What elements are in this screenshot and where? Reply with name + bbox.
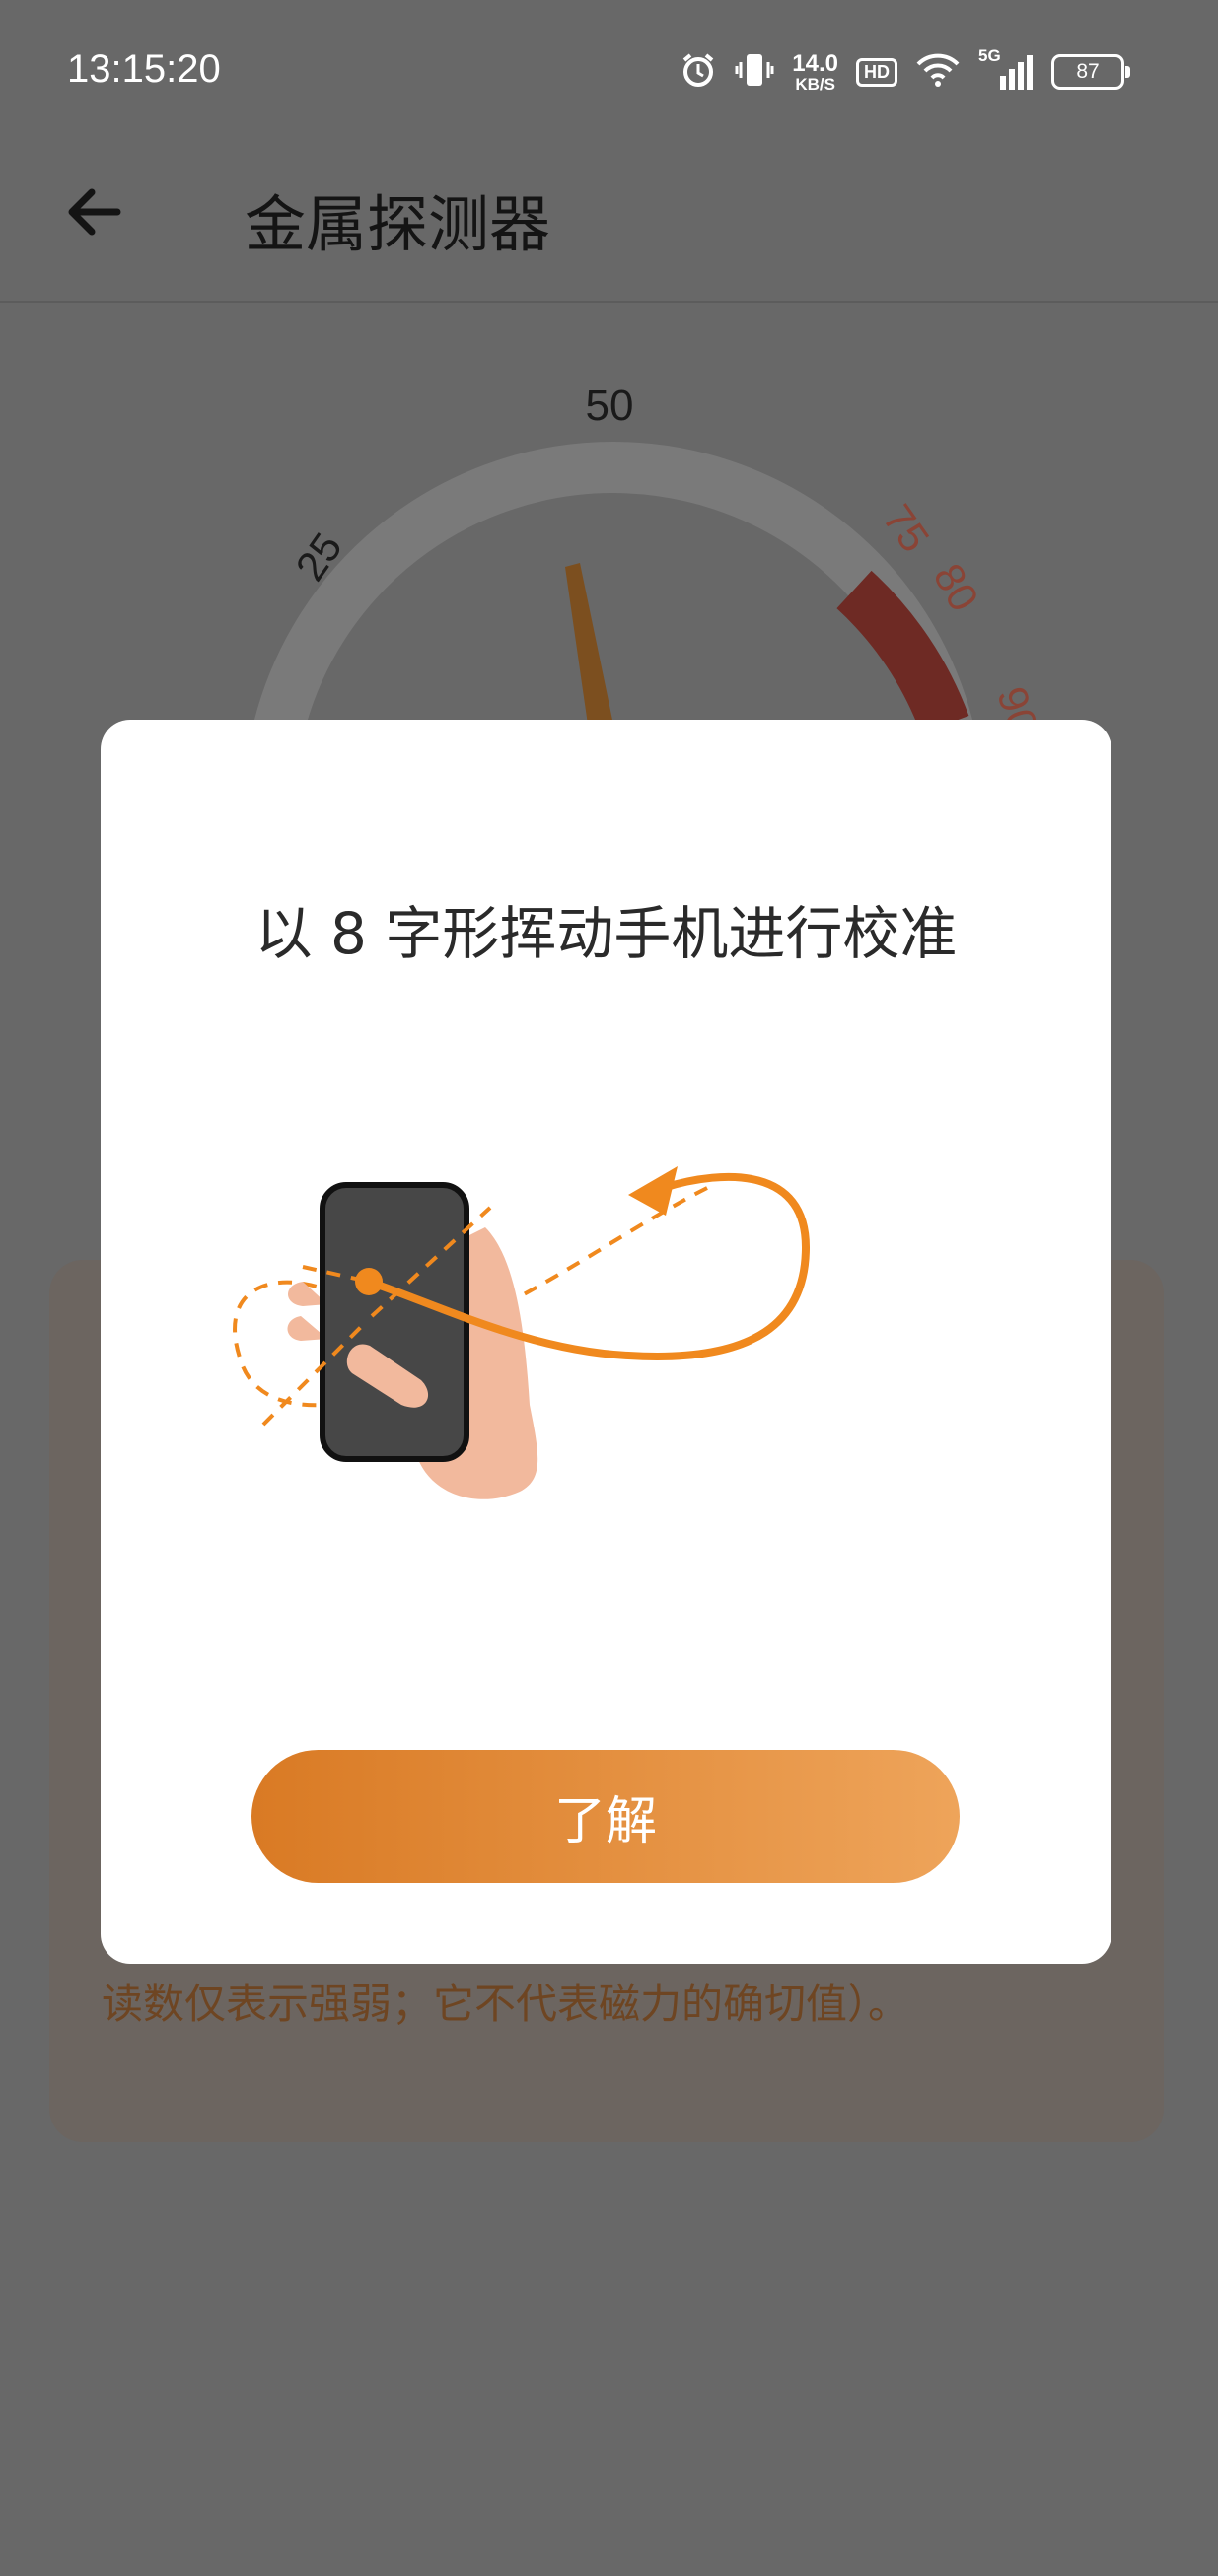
gauge-track — [253, 442, 973, 725]
vibrate-icon — [735, 50, 774, 94]
status-icons: 14.0 KB/S HD 5G 87 — [680, 46, 1130, 97]
hd-badge: HD — [856, 57, 897, 87]
app-bar: 金属探测器 — [0, 143, 1218, 303]
card-description: 读数仅表示强弱；它不代表磁力的确切值）。 — [102, 1980, 910, 2028]
arrow-left-icon — [68, 188, 121, 236]
back-button[interactable] — [54, 173, 133, 251]
wifi-icon — [915, 52, 961, 92]
page-title: 金属探测器 — [245, 188, 551, 260]
gauge-danger-arc — [836, 570, 969, 725]
magnetic-gauge: 25 50 75 80 90 — [0, 301, 1218, 725]
gauge-needle — [565, 563, 613, 725]
ok-button[interactable]: 了解 — [251, 1750, 960, 1883]
calibration-dialog: 以 8 字形挥动手机进行校准 了解 — [101, 720, 1111, 1964]
tick-label-50: 50 — [586, 382, 634, 430]
tick-label-90: 90 — [988, 681, 1046, 725]
alarm-icon — [680, 51, 717, 93]
net-speed-unit: KB/S — [795, 74, 835, 94]
signal-icon: 5G — [978, 46, 1034, 92]
battery-level: 87 — [1076, 60, 1100, 83]
net-speed: 14.0 KB/S — [792, 49, 838, 94]
status-time: 13:15:20 — [67, 47, 221, 91]
tick-label-80: 80 — [925, 556, 988, 619]
dialog-title: 以 8 字形挥动手机进行校准 — [254, 900, 958, 967]
battery-icon: 87 — [1051, 54, 1130, 90]
net-speed-value: 14.0 — [792, 49, 838, 77]
tick-label-75: 75 — [874, 496, 938, 560]
figure-eight-calibration-icon — [233, 1166, 811, 1499]
status-bar: 13:15:20 14.0 KB/S HD 5G 87 — [0, 0, 1218, 143]
